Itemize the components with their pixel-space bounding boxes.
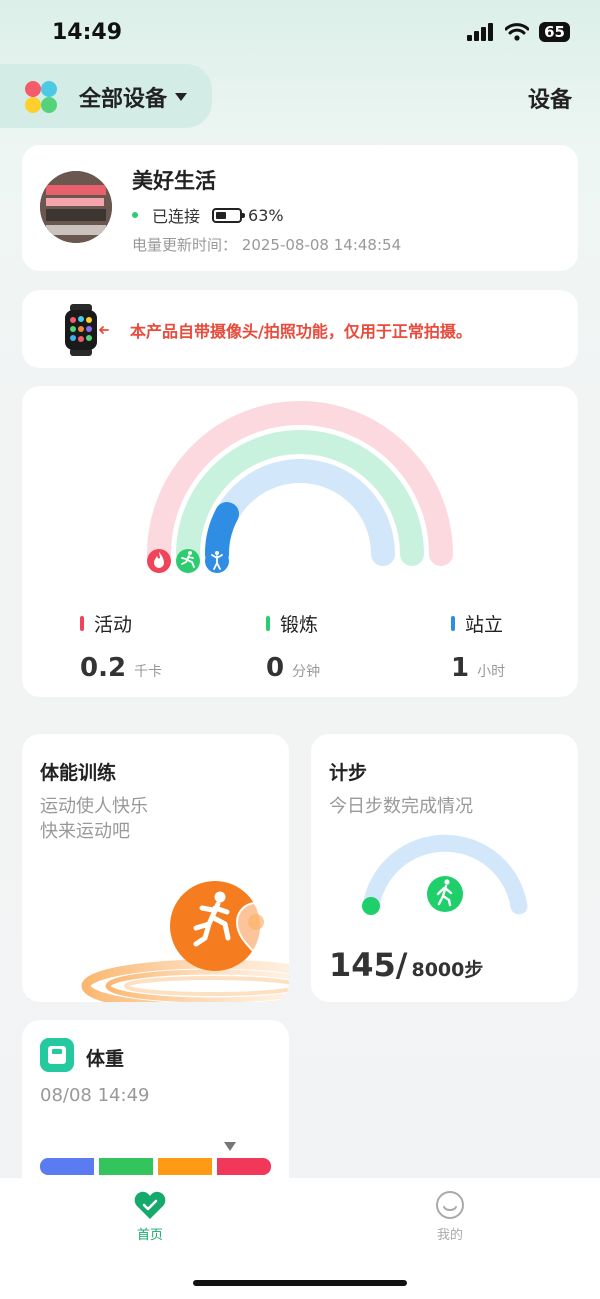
signal-icon [467,23,494,41]
tab-home-label: 首页 [136,1228,163,1243]
weight-range-obese [217,1158,271,1175]
device-avatar [40,171,112,243]
weight-pointer-icon [224,1142,236,1151]
device-card[interactable]: 美好生活 已连接 63% 电量更新时间： 2025-08-08 14:48:54 [22,145,578,271]
exercise-runner-icon [176,549,200,573]
metric-exercise: 锻炼 0 分钟 [266,610,320,683]
metric-exercise-value: 0 [266,653,285,683]
scale-icon [40,1038,74,1072]
battery-indicator: 65 [539,22,570,42]
metric-stand: 站立 1 小时 [451,610,505,683]
steps-goal: 8000步 [411,959,484,981]
app-grid-icon[interactable] [24,80,58,114]
settings-button[interactable]: 设备 [528,82,572,114]
metric-activity-unit: 千卡 [134,664,163,680]
steps-subtitle: 今日步数完成情况 [329,796,473,817]
battery-icon [212,207,246,223]
fitness-subtitle: 运动使人快乐 快来运动吧 [40,794,148,844]
wifi-icon [505,23,530,41]
stand-bar [451,616,455,631]
camera-notice-card: 本产品自带摄像头/拍照功能，仅用于正常拍摄。 [22,290,578,368]
running-track-illustration [81,881,289,1002]
steps-current: 145/ [329,946,408,984]
camera-notice-text: 本产品自带摄像头/拍照功能，仅用于正常拍摄。 [130,322,472,341]
weight-range-normal [99,1158,153,1175]
battery-update-row: 电量更新时间： 2025-08-08 14:48:54 [132,234,401,255]
home-indicator [193,1280,407,1286]
metric-stand-value: 1 [451,653,470,683]
connected-dot [132,212,138,218]
steps-progress-dot [362,897,380,915]
steps-card[interactable]: 计步 今日步数完成情况 145/ 8000步 [311,734,578,1002]
device-selector[interactable]: 全部设备 [79,81,188,113]
update-label: 电量更新时间： [132,236,238,254]
tab-home[interactable]: 首页 [110,1190,190,1243]
device-name: 美好生活 [132,169,216,193]
metric-activity: 活动 0.2 千卡 [80,610,162,683]
activity-rings-card[interactable]: 活动 0.2 千卡 锻炼 0 分钟 站立 1 小时 [22,386,578,697]
metric-stand-label: 站立 [465,614,504,636]
weight-range-underweight [40,1158,94,1175]
tab-mine[interactable]: 我的 [410,1190,490,1243]
weight-range-overweight [158,1158,212,1175]
stand-ring-progress [204,502,239,566]
activity-flame-icon [147,549,171,573]
activity-bar [80,616,84,631]
smartwatch-icon [65,304,109,356]
exercise-bar [266,616,270,631]
fitness-title: 体能训练 [40,762,117,784]
status-time: 14:49 [52,20,123,45]
metric-stand-unit: 小时 [477,664,506,680]
update-time: 2025-08-08 14:48:54 [241,236,402,254]
steps-count: 145/ 8000步 [329,946,483,984]
status-bar: 14:49 65 [0,0,600,64]
caret-down-icon [175,93,188,101]
fitness-subtitle-line2: 快来运动吧 [40,821,130,842]
metric-activity-label: 活动 [94,614,133,636]
weight-time: 08/08 14:49 [40,1085,150,1106]
tab-mine-label: 我的 [436,1228,463,1243]
stand-person-icon [205,549,229,573]
steps-progress-gauge [362,834,528,915]
heart-home-icon [134,1191,166,1219]
metric-exercise-label: 锻炼 [280,614,319,636]
metric-exercise-unit: 分钟 [292,664,321,680]
fitness-subtitle-line1: 运动使人快乐 [40,796,148,817]
weight-title: 体重 [86,1048,125,1070]
device-battery: 63% [248,205,284,225]
fitness-training-card[interactable]: 体能训练 运动使人快乐 快来运动吧 [22,734,289,1002]
smiley-profile-icon [436,1191,464,1219]
walking-person-icon [427,876,463,912]
device-selector-label: 全部设备 [79,87,168,112]
metric-activity-value: 0.2 [80,653,127,683]
steps-title: 计步 [329,762,368,784]
connection-status: 已连接 [152,207,201,226]
activity-rings [147,401,453,573]
stand-ring-track [205,459,395,566]
